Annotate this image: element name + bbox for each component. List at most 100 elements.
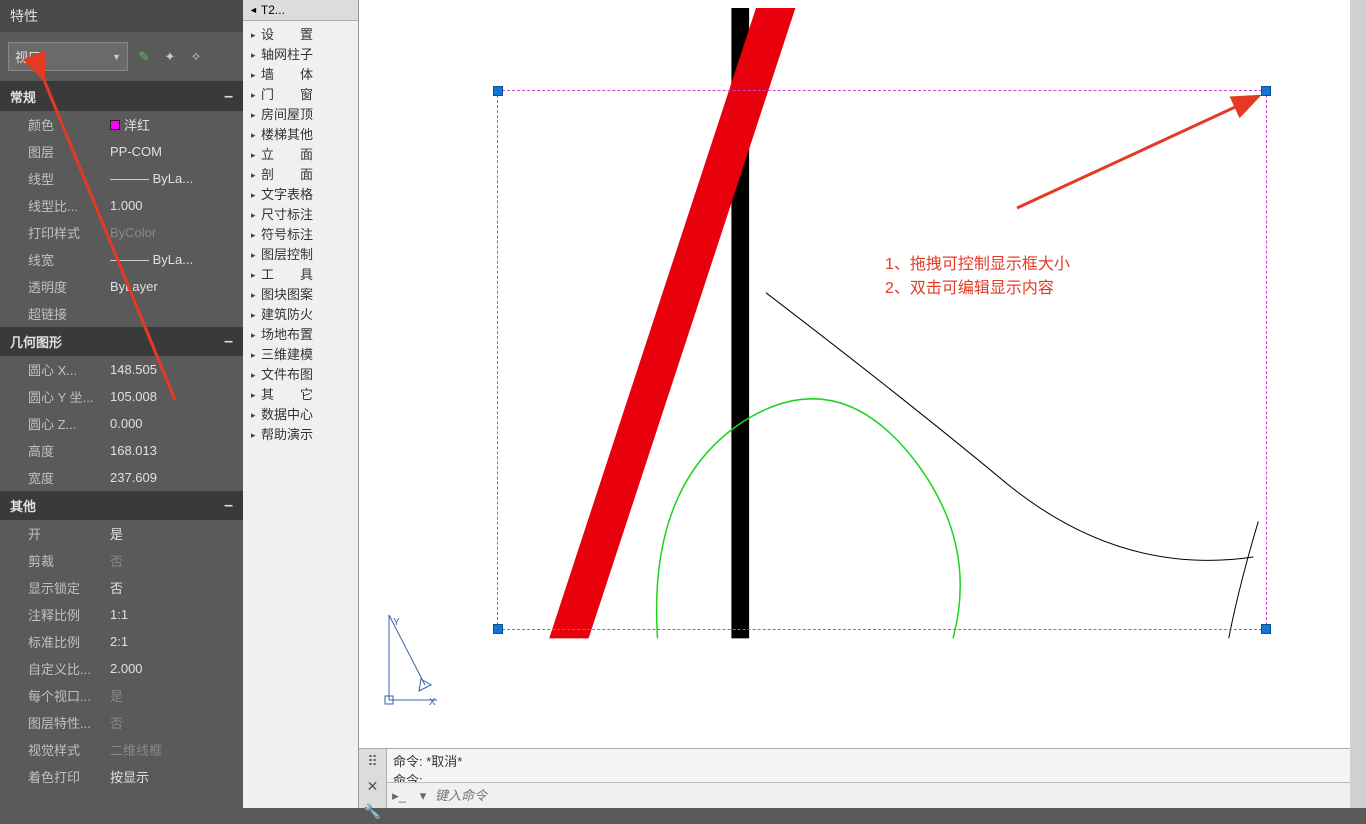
prop-lineweight-label: 线宽 xyxy=(0,250,110,269)
tree-item[interactable]: ▸文字表格 xyxy=(245,185,356,205)
properties-panel: 特性 视口 ▼ ✎ ✦ ✧ 常规– 颜色洋红 图层PP-COM 线型——— By… xyxy=(0,0,243,808)
expand-arrow-icon: ▸ xyxy=(251,87,261,103)
prop-color-value[interactable]: 洋红 xyxy=(110,115,243,134)
tree-item[interactable]: ▸门 窗 xyxy=(245,85,356,105)
expand-arrow-icon: ▸ xyxy=(251,367,261,383)
prop-on-label: 开 xyxy=(0,524,110,543)
command-input-row: ▸_ ▾ xyxy=(387,782,1350,808)
collapse-icon: – xyxy=(224,88,233,106)
command-input[interactable] xyxy=(435,788,1350,803)
svg-text:X: X xyxy=(429,697,436,708)
tree-item[interactable]: ▸图块图案 xyxy=(245,285,356,305)
prop-width-label: 宽度 xyxy=(0,468,110,487)
chevron-down-icon[interactable]: ▾ xyxy=(411,788,435,804)
expand-arrow-icon: ▸ xyxy=(251,47,261,63)
expand-arrow-icon: ▸ xyxy=(251,387,261,403)
prop-layerprop-value[interactable]: 否 xyxy=(110,713,243,732)
properties-toolbar: 视口 ▼ ✎ ✦ ✧ xyxy=(0,32,243,82)
prop-cz-label: 圆心 Z... xyxy=(0,414,110,433)
prop-linetype-value[interactable]: ——— ByLa... xyxy=(110,169,243,188)
prop-height-value[interactable]: 168.013 xyxy=(110,441,243,460)
annotation-line-1: 1、拖拽可控制显示框大小 xyxy=(885,254,1070,276)
tree-item[interactable]: ▸立 面 xyxy=(245,145,356,165)
expand-arrow-icon: ▸ xyxy=(251,307,261,323)
prop-vstyle-value[interactable]: 二维线框 xyxy=(110,740,243,759)
command-history: 命令: *取消* 命令: xyxy=(387,749,1350,782)
tree-item[interactable]: ▸其 它 xyxy=(245,385,356,405)
select-icon[interactable]: ✦ xyxy=(160,47,180,67)
tree-item[interactable]: ▸工 具 xyxy=(245,265,356,285)
close-icon[interactable]: ✕ xyxy=(359,774,386,799)
tree-item[interactable]: ▸场地布置 xyxy=(245,325,356,345)
prop-cx-value[interactable]: 148.505 xyxy=(110,360,243,379)
wrench-icon[interactable]: 🔧 xyxy=(359,799,386,824)
expand-arrow-icon: ▸ xyxy=(251,347,261,363)
svg-text:Y: Y xyxy=(393,617,400,628)
prop-cy-value[interactable]: 105.008 xyxy=(110,387,243,406)
command-run-icon[interactable]: ▸_ xyxy=(387,788,411,804)
grip-icon[interactable]: ⠿ xyxy=(359,749,386,774)
prop-clip-value[interactable]: 否 xyxy=(110,551,243,570)
dot-icon: ◄ xyxy=(249,5,258,15)
tree-item[interactable]: ▸数据中心 xyxy=(245,405,356,425)
properties-title: 特性 xyxy=(0,0,243,32)
prop-stdscale-value[interactable]: 2:1 xyxy=(110,632,243,651)
tree-item[interactable]: ▸建筑防火 xyxy=(245,305,356,325)
chevron-down-icon: ▼ xyxy=(112,52,121,62)
tree-list: ▸设 置▸轴网柱子▸墙 体▸门 窗▸房间屋顶▸楼梯其他▸立 面▸剖 面▸文字表格… xyxy=(243,21,358,449)
annotation-line-2: 2、双击可编辑显示内容 xyxy=(885,278,1054,300)
prop-annoscale-value[interactable]: 1:1 xyxy=(110,605,243,624)
expand-arrow-icon: ▸ xyxy=(251,267,261,283)
prop-custom-value[interactable]: 2.000 xyxy=(110,659,243,678)
prop-color-label: 颜色 xyxy=(0,115,110,134)
tree-item[interactable]: ▸墙 体 xyxy=(245,65,356,85)
handle-top-right[interactable] xyxy=(1261,86,1271,96)
prop-lock-value[interactable]: 否 xyxy=(110,578,243,597)
tree-item[interactable]: ▸楼梯其他 xyxy=(245,125,356,145)
tree-item[interactable]: ▸三维建模 xyxy=(245,345,356,365)
expand-arrow-icon: ▸ xyxy=(251,287,261,303)
prop-on-value[interactable]: 是 xyxy=(110,524,243,543)
prop-pervp-value[interactable]: 是 xyxy=(110,686,243,705)
prop-cz-value[interactable]: 0.000 xyxy=(110,414,243,433)
tree-tab[interactable]: ◄T2... xyxy=(243,0,358,21)
handle-top-left[interactable] xyxy=(493,86,503,96)
section-geometry-header[interactable]: 几何图形– xyxy=(0,327,243,356)
prop-layer-label: 图层 xyxy=(0,142,110,161)
prop-shade-value[interactable]: 按显示 xyxy=(110,767,243,786)
prop-hyperlink-value[interactable] xyxy=(110,304,243,323)
viewport-selection-box[interactable] xyxy=(497,90,1267,630)
tree-item[interactable]: ▸轴网柱子 xyxy=(245,45,356,65)
prop-cy-label: 圆心 Y 坐... xyxy=(0,387,110,406)
section-general-header[interactable]: 常规– xyxy=(0,82,243,111)
object-type-dropdown[interactable]: 视口 ▼ xyxy=(8,42,128,71)
expand-arrow-icon: ▸ xyxy=(251,207,261,223)
handle-bottom-right[interactable] xyxy=(1261,624,1271,634)
prop-lineweight-value[interactable]: ——— ByLa... xyxy=(110,250,243,269)
prop-lock-label: 显示锁定 xyxy=(0,578,110,597)
tree-item[interactable]: ▸帮助演示 xyxy=(245,425,356,445)
collapse-icon: – xyxy=(224,333,233,351)
quick-select-icon[interactable]: ✎ xyxy=(134,47,154,67)
command-content: 命令: *取消* 命令: ▸_ ▾ xyxy=(387,749,1350,808)
canvas[interactable]: 1、拖拽可控制显示框大小 2、双击可编辑显示内容 Y X xyxy=(367,8,1342,740)
prop-layer-value[interactable]: PP-COM xyxy=(110,142,243,161)
prop-clip-label: 剪裁 xyxy=(0,551,110,570)
pick-icon[interactable]: ✧ xyxy=(186,47,206,67)
prop-ltscale-value[interactable]: 1.000 xyxy=(110,196,243,215)
expand-arrow-icon: ▸ xyxy=(251,67,261,83)
prop-annoscale-label: 注释比例 xyxy=(0,605,110,624)
tree-item[interactable]: ▸设 置 xyxy=(245,25,356,45)
prop-width-value[interactable]: 237.609 xyxy=(110,468,243,487)
tree-item[interactable]: ▸房间屋顶 xyxy=(245,105,356,125)
vertical-scrollbar[interactable] xyxy=(1350,0,1366,808)
tree-item[interactable]: ▸剖 面 xyxy=(245,165,356,185)
tree-item[interactable]: ▸尺寸标注 xyxy=(245,205,356,225)
tree-item[interactable]: ▸图层控制 xyxy=(245,245,356,265)
prop-transparency-value[interactable]: ByLayer xyxy=(110,277,243,296)
prop-plotstyle-value[interactable]: ByColor xyxy=(110,223,243,242)
handle-bottom-left[interactable] xyxy=(493,624,503,634)
section-misc-header[interactable]: 其他– xyxy=(0,491,243,520)
tree-item[interactable]: ▸符号标注 xyxy=(245,225,356,245)
tree-item[interactable]: ▸文件布图 xyxy=(245,365,356,385)
